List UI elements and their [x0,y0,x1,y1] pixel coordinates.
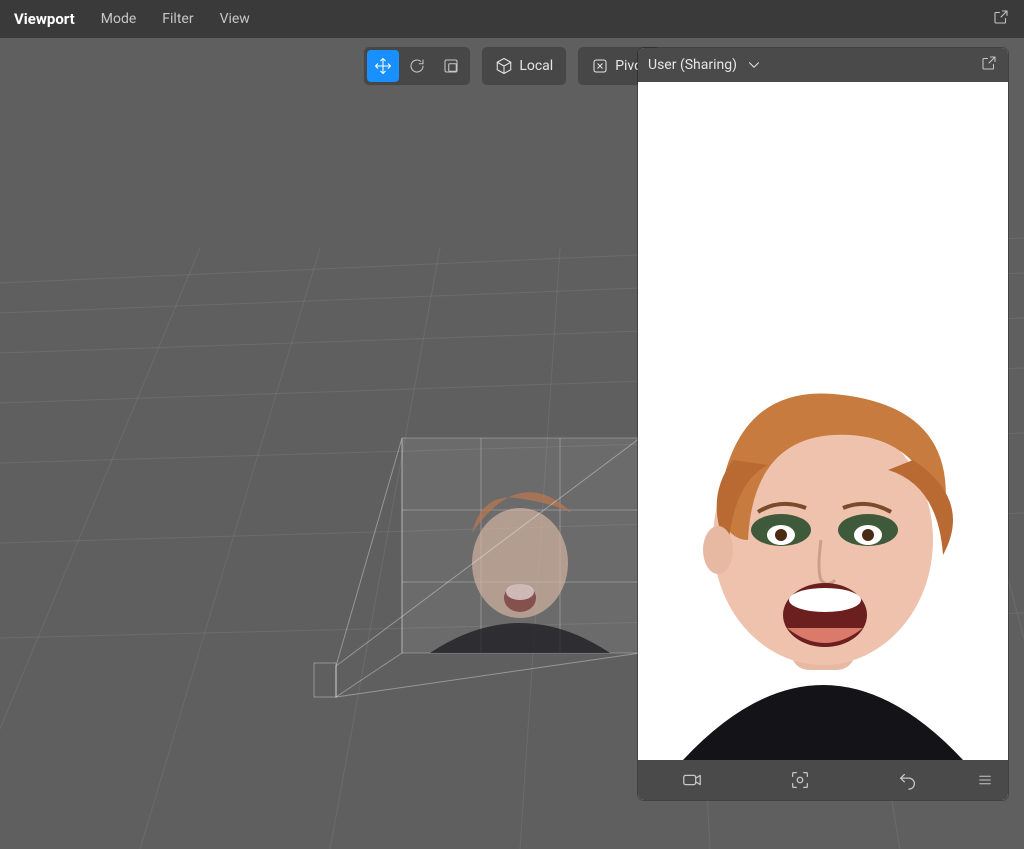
chevron-down-icon[interactable] [745,56,763,74]
cube-icon [495,57,513,75]
capture-icon [789,769,811,791]
share-portrait [663,340,983,760]
space-label: Local [519,58,553,74]
camera-icon [681,769,703,791]
share-title: User (Sharing) [648,57,737,73]
more-button[interactable] [962,771,1008,789]
share-panel: User (Sharing) [638,48,1008,800]
share-video-feed [638,82,1008,760]
popout-icon[interactable] [992,8,1010,30]
move-tool-button[interactable] [367,50,399,82]
topbar: Viewport Mode Filter View [0,0,1024,38]
share-header: User (Sharing) [638,48,1008,82]
camera-button[interactable] [638,769,746,791]
close-icon [591,57,609,75]
undo-icon [897,769,919,791]
share-footer [638,760,1008,800]
reset-button[interactable] [854,769,962,791]
capture-button[interactable] [746,769,854,791]
rotate-tool-button[interactable] [401,50,433,82]
hamburger-icon [976,771,994,789]
menu-filter[interactable]: Filter [162,11,193,27]
share-popout-icon[interactable] [980,54,998,76]
scale-tool-button[interactable] [435,50,467,82]
transform-tool-group [363,46,471,86]
panel-title: Viewport [14,10,75,28]
menu-mode[interactable]: Mode [101,11,137,27]
space-dropdown[interactable]: Local [481,46,567,86]
menu-view[interactable]: View [220,11,250,27]
